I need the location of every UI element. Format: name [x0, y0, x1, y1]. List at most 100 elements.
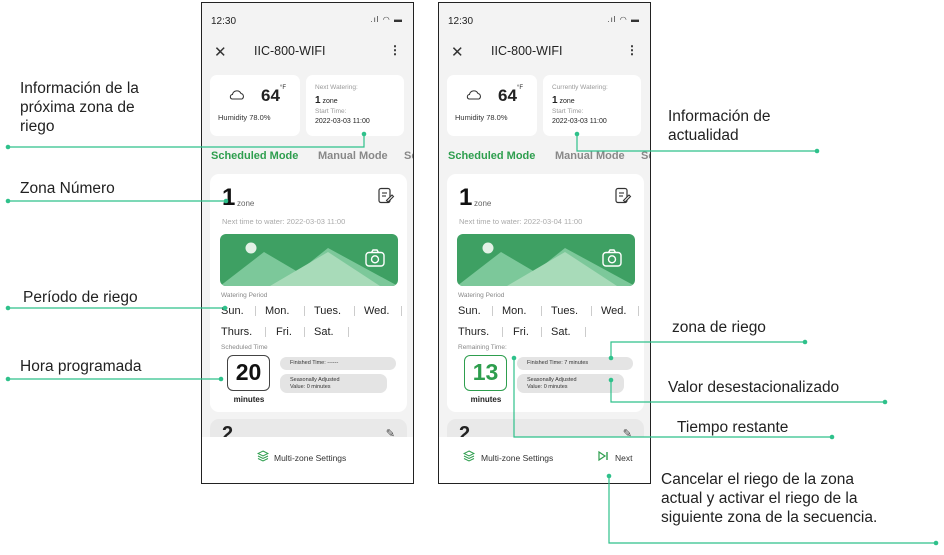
- zone-card: 1 zone Next time to water: 2022-03-03 11…: [210, 174, 407, 412]
- status-time: 12:30: [211, 16, 237, 27]
- zone-image[interactable]: [220, 234, 398, 286]
- humidity: Humidity 78.0%: [455, 113, 508, 122]
- day-thurs: Thurs.: [221, 326, 253, 338]
- annotation-zone-watering: zona de riego: [672, 319, 766, 336]
- zone-image[interactable]: [457, 234, 635, 286]
- tab-scheduled-mode[interactable]: Scheduled Mode: [448, 150, 535, 162]
- mode-tabs: Scheduled Mode Manual Mode Sch: [448, 150, 650, 164]
- layers-icon: [257, 450, 269, 462]
- layers-icon: [463, 450, 475, 462]
- skip-next-icon[interactable]: [597, 450, 609, 462]
- divider: [348, 327, 349, 337]
- annotation-watering-period: Período de riego: [23, 289, 138, 306]
- remaining-time-box: 13: [464, 355, 507, 391]
- day-mon: Mon.: [265, 305, 290, 317]
- multi-zone-settings-button[interactable]: Multi-zone Settings: [481, 453, 553, 463]
- annotation-zone-number: Zona Número: [20, 180, 115, 197]
- info-zone: 1 zone: [552, 95, 575, 106]
- tab-scheduled-mode[interactable]: Scheduled Mode: [211, 150, 298, 162]
- day-wed: Wed.: [364, 305, 390, 317]
- divider: [492, 306, 493, 316]
- tab-third-mode[interactable]: Sch: [404, 150, 413, 162]
- device-title: IIC-800-WIFI: [254, 44, 326, 58]
- camera-icon[interactable]: [602, 249, 622, 267]
- scheduled-time-value: 20: [235, 359, 262, 385]
- day-tues: Tues.: [314, 305, 342, 317]
- annotation-next-zone-info: Información de la próxima zona de riego: [20, 80, 139, 135]
- start-time: 2022-03-03 11:00: [552, 118, 607, 125]
- more-options-icon[interactable]: ⋮: [389, 43, 401, 57]
- camera-icon[interactable]: [365, 249, 385, 267]
- day-sun: Sun.: [221, 305, 244, 317]
- bottom-bar: Multi-zone Settings: [202, 437, 413, 483]
- day-sun: Sun.: [458, 305, 481, 317]
- annotation-remaining-time: Tiempo restante: [677, 419, 789, 436]
- cloud-icon: [229, 90, 244, 100]
- start-time: 2022-03-03 11:00: [315, 118, 370, 125]
- scheduled-time-label: Scheduled Time: [221, 344, 268, 351]
- next-button[interactable]: Next: [615, 453, 632, 463]
- next-water-time: Next time to water: 2022-03-04 11:00: [459, 217, 583, 226]
- current-watering-card: Currently Watering: 1 zone Start Time: 2…: [543, 75, 641, 136]
- divider: [638, 306, 639, 316]
- temperature: 64°F: [261, 85, 286, 105]
- device-title: IIC-800-WIFI: [491, 44, 563, 58]
- signal-wifi-battery-icon: .ıl ◠ ▬: [370, 15, 403, 24]
- finished-time-pill: Finished Time: ------: [280, 357, 396, 370]
- start-time-label: Start Time:: [552, 108, 584, 115]
- minutes-unit: minutes: [470, 395, 502, 404]
- annotation-deseasonalized: Valor desestacionalizado: [668, 379, 840, 396]
- weather-card: 64°F Humidity 78.0%: [210, 75, 300, 136]
- tab-third-mode[interactable]: Sch: [641, 150, 650, 162]
- annotation-current-info: Información de actualidad: [668, 108, 771, 144]
- zone-card: 1 zone Next time to water: 2022-03-04 11…: [447, 174, 644, 412]
- divider: [265, 327, 266, 337]
- close-icon[interactable]: ✕: [451, 43, 464, 61]
- zone-unit: zone: [474, 199, 492, 208]
- divider: [591, 306, 592, 316]
- annotation-scheduled-time: Hora programada: [20, 358, 142, 375]
- edit-icon[interactable]: [377, 187, 395, 205]
- status-bar: 12:30 .ıl ◠ ▬: [202, 3, 413, 31]
- watering-period-label: Watering Period: [221, 292, 268, 299]
- info-zone: 1 zone: [315, 95, 338, 106]
- app-bar: ✕ IIC-800-WIFI ⋮: [202, 41, 413, 63]
- finished-time-pill: Finished Time: 7 minutes: [517, 357, 633, 370]
- edit-icon[interactable]: [614, 187, 632, 205]
- divider: [585, 327, 586, 337]
- divider: [502, 327, 503, 337]
- close-icon[interactable]: ✕: [214, 43, 227, 61]
- humidity: Humidity 78.0%: [218, 113, 271, 122]
- seasonal-adjust-pill: Seasonally Adjusted Value: 0 minutes: [517, 374, 624, 393]
- temperature: 64°F: [498, 85, 523, 105]
- multi-zone-settings-button[interactable]: Multi-zone Settings: [274, 453, 346, 463]
- day-wed: Wed.: [601, 305, 627, 317]
- divider: [304, 306, 305, 316]
- start-time-label: Start Time:: [315, 108, 347, 115]
- scheduled-time-box[interactable]: 20: [227, 355, 270, 391]
- day-fri: Fri.: [276, 326, 292, 338]
- minutes-unit: minutes: [233, 395, 265, 404]
- info-label: Currently Watering:: [552, 84, 608, 91]
- divider: [541, 327, 542, 337]
- zone-number: 1: [459, 184, 473, 211]
- phone-screen-scheduled: 12:30 .ıl ◠ ▬ ✕ IIC-800-WIFI ⋮ 64°F Humi…: [201, 2, 414, 484]
- divider: [401, 306, 402, 316]
- tab-manual-mode[interactable]: Manual Mode: [555, 150, 625, 162]
- divider: [304, 327, 305, 337]
- tab-manual-mode[interactable]: Manual Mode: [318, 150, 388, 162]
- mode-tabs: Scheduled Mode Manual Mode Sch: [211, 150, 413, 164]
- divider: [354, 306, 355, 316]
- divider: [541, 306, 542, 316]
- remaining-time-label: Remaining Time:: [458, 344, 507, 351]
- divider: [255, 306, 256, 316]
- watering-period-label: Watering Period: [458, 292, 505, 299]
- seasonal-adjust-pill: Seasonally Adjusted Value: 0 minutes: [280, 374, 387, 393]
- status-bar: 12:30 .ıl ◠ ▬: [439, 3, 650, 31]
- weather-card: 64°F Humidity 78.0%: [447, 75, 537, 136]
- phone-screen-watering: 12:30 .ıl ◠ ▬ ✕ IIC-800-WIFI ⋮ 64°F Humi…: [438, 2, 651, 484]
- day-fri: Fri.: [513, 326, 529, 338]
- next-watering-card: Next Watering: 1 zone Start Time: 2022-0…: [306, 75, 404, 136]
- more-options-icon[interactable]: ⋮: [626, 43, 638, 57]
- annotation-cancel-next: Cancelar el riego de la zona actual y ac…: [661, 471, 878, 526]
